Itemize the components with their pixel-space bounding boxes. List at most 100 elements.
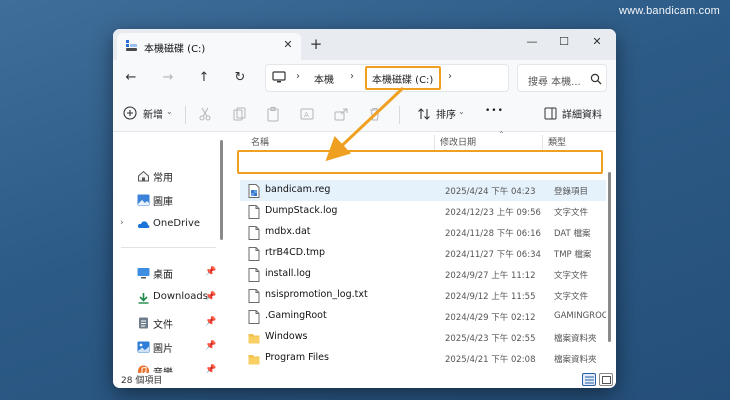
file-name: nsispromotion_log.txt <box>265 289 368 300</box>
back-button[interactable]: ← <box>120 68 142 88</box>
file-name: .GamingRoot <box>265 310 327 321</box>
sidebar-item-label: Downloads <box>153 291 208 302</box>
new-button[interactable]: 新增 <box>143 106 163 122</box>
paste-icon[interactable] <box>265 106 281 122</box>
sidebar-item-label: 圖庫 <box>153 197 173 208</box>
drive-icon <box>126 40 137 51</box>
sidebar-item-label: 常用 <box>153 173 173 184</box>
pin-icon[interactable]: 📌 <box>205 317 216 327</box>
file-type: 文字文件 <box>554 292 589 302</box>
file-row[interactable]: mdbx.dat 2024/11/28 下午 06:16 DAT 檔案 <box>240 222 606 243</box>
delete-icon[interactable] <box>367 106 383 122</box>
file-type: 檔案資料夾 <box>554 355 597 365</box>
file-name: Program Files <box>265 352 329 363</box>
search-box[interactable]: 搜尋 本機... <box>517 64 607 92</box>
file-row[interactable]: Windows 2025/4/23 下午 02:55 檔案資料夾 <box>240 327 606 348</box>
up-button[interactable]: ↑ <box>193 68 215 88</box>
sidebar-item-onedrive[interactable]: › OneDrive <box>113 215 223 235</box>
navigation-pane: 常用 圖庫 › OneDrive 桌面 📌 Downloads 📌 文件 📌 圖… <box>113 132 226 379</box>
content-scrollbar[interactable] <box>608 172 611 342</box>
maximize-button[interactable]: ☐ <box>550 32 578 52</box>
sidebar-item-label: 圖片 <box>153 344 173 355</box>
file-type: 文字文件 <box>554 271 589 281</box>
file-date: 2025/4/21 下午 02:08 <box>445 355 536 365</box>
file-icon <box>248 205 260 219</box>
file-type: 登錄項目 <box>554 187 589 197</box>
chevron-right-icon[interactable]: › <box>120 218 124 228</box>
sidebar-item-home[interactable]: 常用 <box>113 166 223 186</box>
file-name: rtrB4CD.tmp <box>265 247 326 258</box>
status-bar: 28 個項目 <box>113 373 616 388</box>
file-icon <box>248 247 260 261</box>
sort-ascending-icon: ⌃ <box>498 130 505 139</box>
breadcrumb-this-pc[interactable]: 本機 <box>314 71 334 86</box>
chevron-right-icon: › <box>296 71 300 82</box>
tab-close-icon[interactable]: ✕ <box>281 38 295 52</box>
folder-icon <box>248 355 260 365</box>
more-options-button[interactable]: ••• <box>485 106 504 122</box>
sidebar-item-label: 桌面 <box>153 270 173 281</box>
folder-icon <box>248 334 260 344</box>
chevron-right-icon: › <box>448 71 452 82</box>
file-name: bandicam.reg <box>265 184 331 195</box>
command-bar: 新增 ⌄ A 排序 ⌄ ••• 詳細資料 <box>113 97 616 132</box>
close-button[interactable]: ✕ <box>583 32 611 52</box>
chevron-right-icon: › <box>350 71 354 82</box>
file-row[interactable]: bandicam.reg 2025/4/24 下午 04:23 登錄項目 <box>240 180 606 201</box>
file-name: install.log <box>265 268 311 279</box>
copy-icon[interactable] <box>231 106 247 122</box>
file-date: 2025/4/23 下午 02:55 <box>445 334 536 344</box>
file-name: Windows <box>265 331 308 342</box>
nav-scrollbar[interactable] <box>220 140 223 240</box>
file-date: 2024/11/28 下午 06:16 <box>445 229 541 239</box>
rename-icon[interactable]: A <box>299 106 315 122</box>
file-date: 2024/9/12 上午 11:55 <box>445 292 536 302</box>
divider <box>185 106 186 124</box>
search-input[interactable]: 搜尋 本機... <box>528 73 581 88</box>
sort-button[interactable]: 排序 <box>436 106 456 122</box>
details-view-button[interactable] <box>582 373 596 386</box>
cut-icon[interactable] <box>197 106 213 122</box>
registry-file-icon <box>248 184 260 198</box>
highlight-box-file <box>237 150 603 174</box>
sidebar-item-desktop[interactable]: 桌面 📌 <box>113 263 223 283</box>
tab-local-disk[interactable]: 本機磁碟 (C:) ✕ <box>117 33 301 60</box>
pin-icon[interactable]: 📌 <box>205 267 216 277</box>
sidebar-item-gallery[interactable]: 圖庫 <box>113 190 223 210</box>
forward-button[interactable]: → <box>157 68 179 88</box>
sidebar-item-label: 文件 <box>153 320 173 331</box>
file-row[interactable]: .GamingRoot 2024/4/29 下午 02:12 GAMINGROOT <box>240 306 606 327</box>
pin-icon[interactable]: 📌 <box>205 292 216 302</box>
sidebar-item-pictures[interactable]: 圖片 📌 <box>113 337 223 357</box>
svg-text:A: A <box>304 111 309 119</box>
new-tab-button[interactable]: + <box>309 37 323 52</box>
gallery-icon <box>137 194 150 206</box>
pin-icon[interactable]: 📌 <box>205 341 216 351</box>
file-date: 2024/4/29 下午 02:12 <box>445 313 536 323</box>
refresh-button[interactable]: ↻ <box>229 68 251 88</box>
tab-strip: 本機磁碟 (C:) ✕ + — ☐ ✕ <box>113 29 616 60</box>
file-row[interactable]: rtrB4CD.tmp 2024/11/27 下午 06:34 TMP 檔案 <box>240 243 606 264</box>
file-row[interactable]: nsispromotion_log.txt 2024/9/12 上午 11:55 文… <box>240 285 606 306</box>
file-icon <box>248 289 260 303</box>
pictures-icon <box>137 341 150 353</box>
list-view-icon <box>585 376 594 384</box>
file-icon <box>248 268 260 282</box>
chevron-down-icon: ⌄ <box>458 107 465 116</box>
share-icon[interactable] <box>333 106 349 122</box>
sidebar-item-documents[interactable]: 文件 📌 <box>113 313 223 333</box>
file-row[interactable]: Program Files 2025/4/21 下午 02:08 檔案資料夾 <box>240 348 606 369</box>
details-button[interactable]: 詳細資料 <box>562 106 602 122</box>
sidebar-item-downloads[interactable]: Downloads 📌 <box>113 288 223 308</box>
file-name: DumpStack.log <box>265 205 338 216</box>
address-bar[interactable]: › 本機 › 本機磁碟 (C:) › <box>265 64 509 92</box>
file-type: 檔案資料夾 <box>554 334 597 344</box>
tiles-view-button[interactable] <box>599 373 613 386</box>
file-row[interactable]: DumpStack.log 2024/12/23 上午 09:56 文字文件 <box>240 201 606 222</box>
tiles-view-icon <box>602 376 611 384</box>
file-row[interactable]: install.log 2024/9/27 上午 11:12 文字文件 <box>240 264 606 285</box>
sort-icon <box>418 108 430 120</box>
minimize-button[interactable]: — <box>518 32 546 52</box>
file-name: mdbx.dat <box>265 226 311 237</box>
chevron-down-icon: ⌄ <box>166 107 173 116</box>
